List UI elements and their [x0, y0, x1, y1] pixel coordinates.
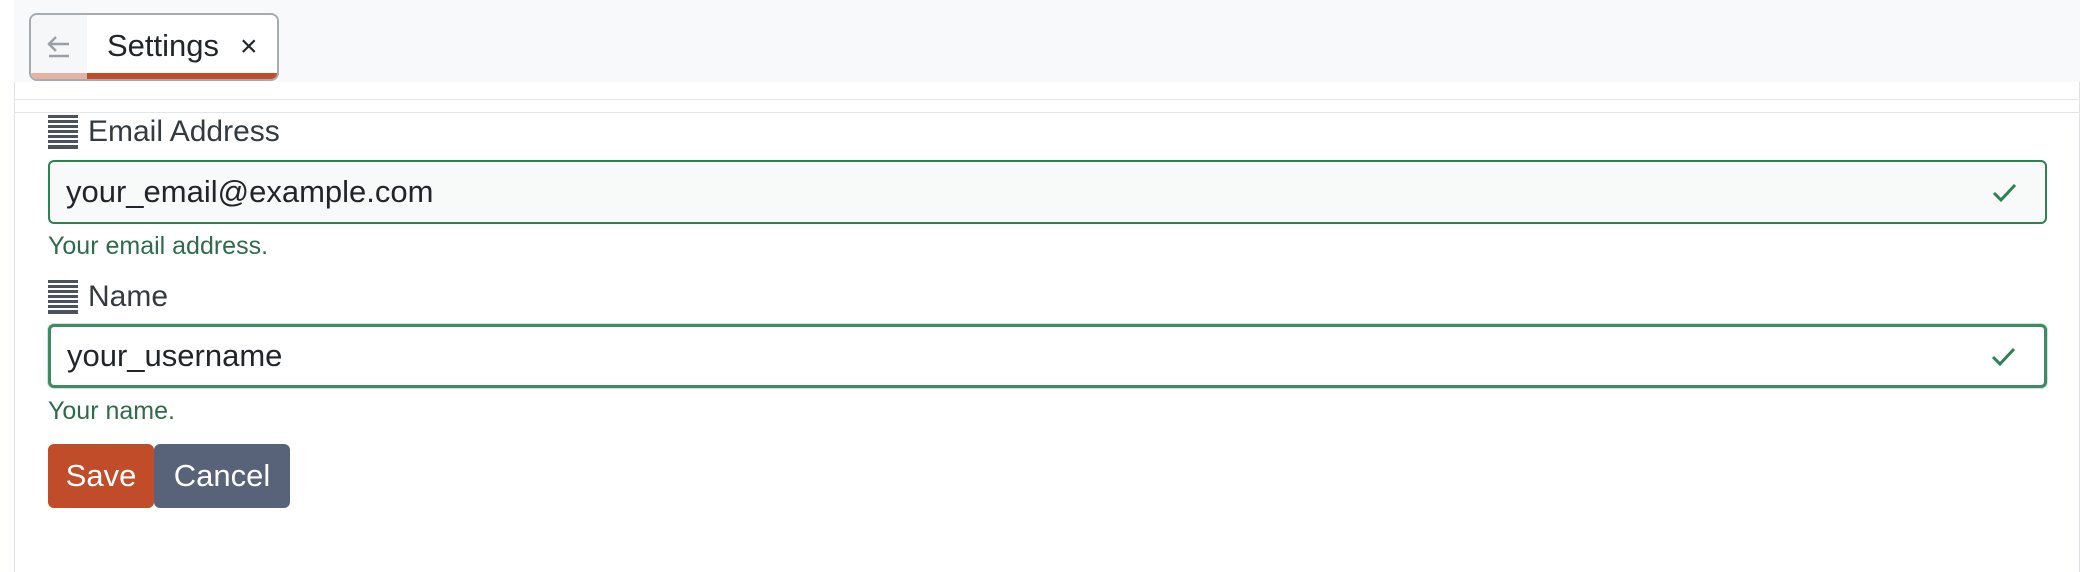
save-button[interactable]: Save — [48, 444, 154, 508]
lines-icon — [48, 280, 78, 314]
check-icon — [1992, 183, 2017, 203]
page-frame — [14, 0, 2080, 572]
arrow-left-icon-svg — [47, 36, 69, 58]
tab-bar-divider-lower — [14, 112, 2080, 113]
email-help-text: Your email address. — [48, 232, 269, 260]
check-icon — [1991, 347, 2016, 367]
tab-bar-divider — [14, 99, 2080, 100]
close-icon[interactable]: × — [240, 30, 258, 64]
name-input[interactable] — [67, 338, 1967, 374]
tab-label: Settings — [107, 28, 220, 63]
tab-active-indicator — [87, 73, 277, 79]
name-label-text: Name — [88, 280, 169, 313]
name-label: Name — [48, 280, 168, 314]
tab-underline-muted — [31, 73, 87, 79]
lines-icon — [48, 115, 78, 149]
cancel-button[interactable]: Cancel — [154, 444, 290, 508]
email-input[interactable] — [66, 174, 1966, 210]
name-field[interactable] — [48, 324, 2047, 388]
email-label-text: Email Address — [88, 115, 280, 148]
tab-settings[interactable]: Settings × — [29, 13, 279, 81]
name-help-text: Your name. — [48, 397, 175, 425]
email-label: Email Address — [48, 115, 280, 149]
arrow-left-icon[interactable] — [31, 15, 87, 79]
tab-bar — [14, 0, 2080, 82]
email-field[interactable] — [48, 160, 2047, 224]
